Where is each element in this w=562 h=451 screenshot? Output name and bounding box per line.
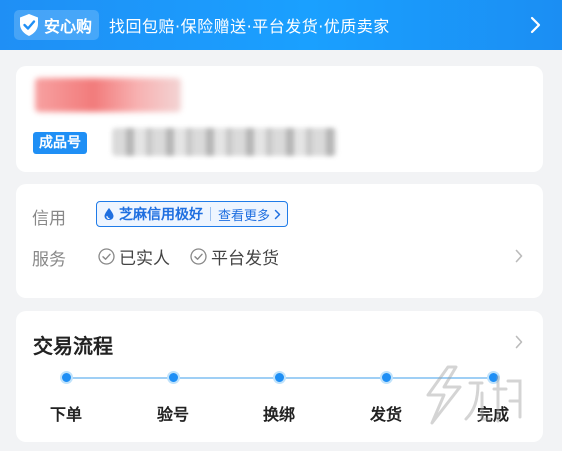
step-label: 发货 (369, 405, 403, 424)
shield-check-icon (20, 14, 38, 36)
step-label: 验号 (156, 405, 190, 424)
product-card: 成品号 (16, 66, 543, 172)
step-dot (380, 371, 393, 384)
check-circle-icon (190, 248, 207, 265)
watermark-logo (426, 365, 522, 425)
drop-icon (104, 208, 114, 220)
credit-label: 信用 (32, 209, 66, 229)
credit-badge[interactable]: 芝麻信用极好 查看更多 (96, 201, 289, 227)
service-text: 平台发货 (211, 249, 279, 269)
chevron-right-icon (274, 209, 281, 219)
service-label: 服务 (32, 250, 66, 270)
divider (210, 207, 211, 221)
guarantee-banner[interactable]: 安心购 找回包赔·保险赠送·平台发货·优质卖家 (0, 0, 562, 50)
chevron-right-icon[interactable] (515, 335, 523, 349)
service-item-verified: 已实人 (98, 244, 170, 269)
step-dot (167, 371, 180, 384)
product-id-redacted (112, 128, 337, 156)
step-label: 换绑 (262, 405, 296, 424)
seller-info-card[interactable]: 信用 芝麻信用极好 查看更多 服务 已实人 平台发货 (16, 184, 543, 298)
step-label: 下单 (49, 405, 83, 424)
product-title-redacted (35, 78, 181, 112)
chevron-right-icon[interactable] (515, 249, 523, 263)
service-text: 已实人 (119, 249, 170, 269)
check-circle-icon (98, 248, 115, 265)
service-item-platform-delivery: 平台发货 (190, 244, 279, 269)
banner-text: 找回包赔·保险赠送·平台发货·优质卖家 (109, 17, 390, 36)
badge-label: 安心购 (44, 17, 93, 36)
anxingou-badge: 安心购 (14, 10, 100, 40)
trade-flow-card[interactable]: 交易流程 下单 验号 换绑 发货 完成 (16, 311, 543, 442)
chevron-right-icon[interactable] (530, 16, 542, 34)
credit-more-link[interactable]: 查看更多 (218, 205, 270, 224)
step-dot (60, 371, 73, 384)
flow-title: 交易流程 (33, 334, 113, 358)
step-dot (273, 371, 286, 384)
product-type-tag: 成品号 (33, 132, 87, 154)
credit-value: 芝麻信用极好 (119, 207, 203, 223)
